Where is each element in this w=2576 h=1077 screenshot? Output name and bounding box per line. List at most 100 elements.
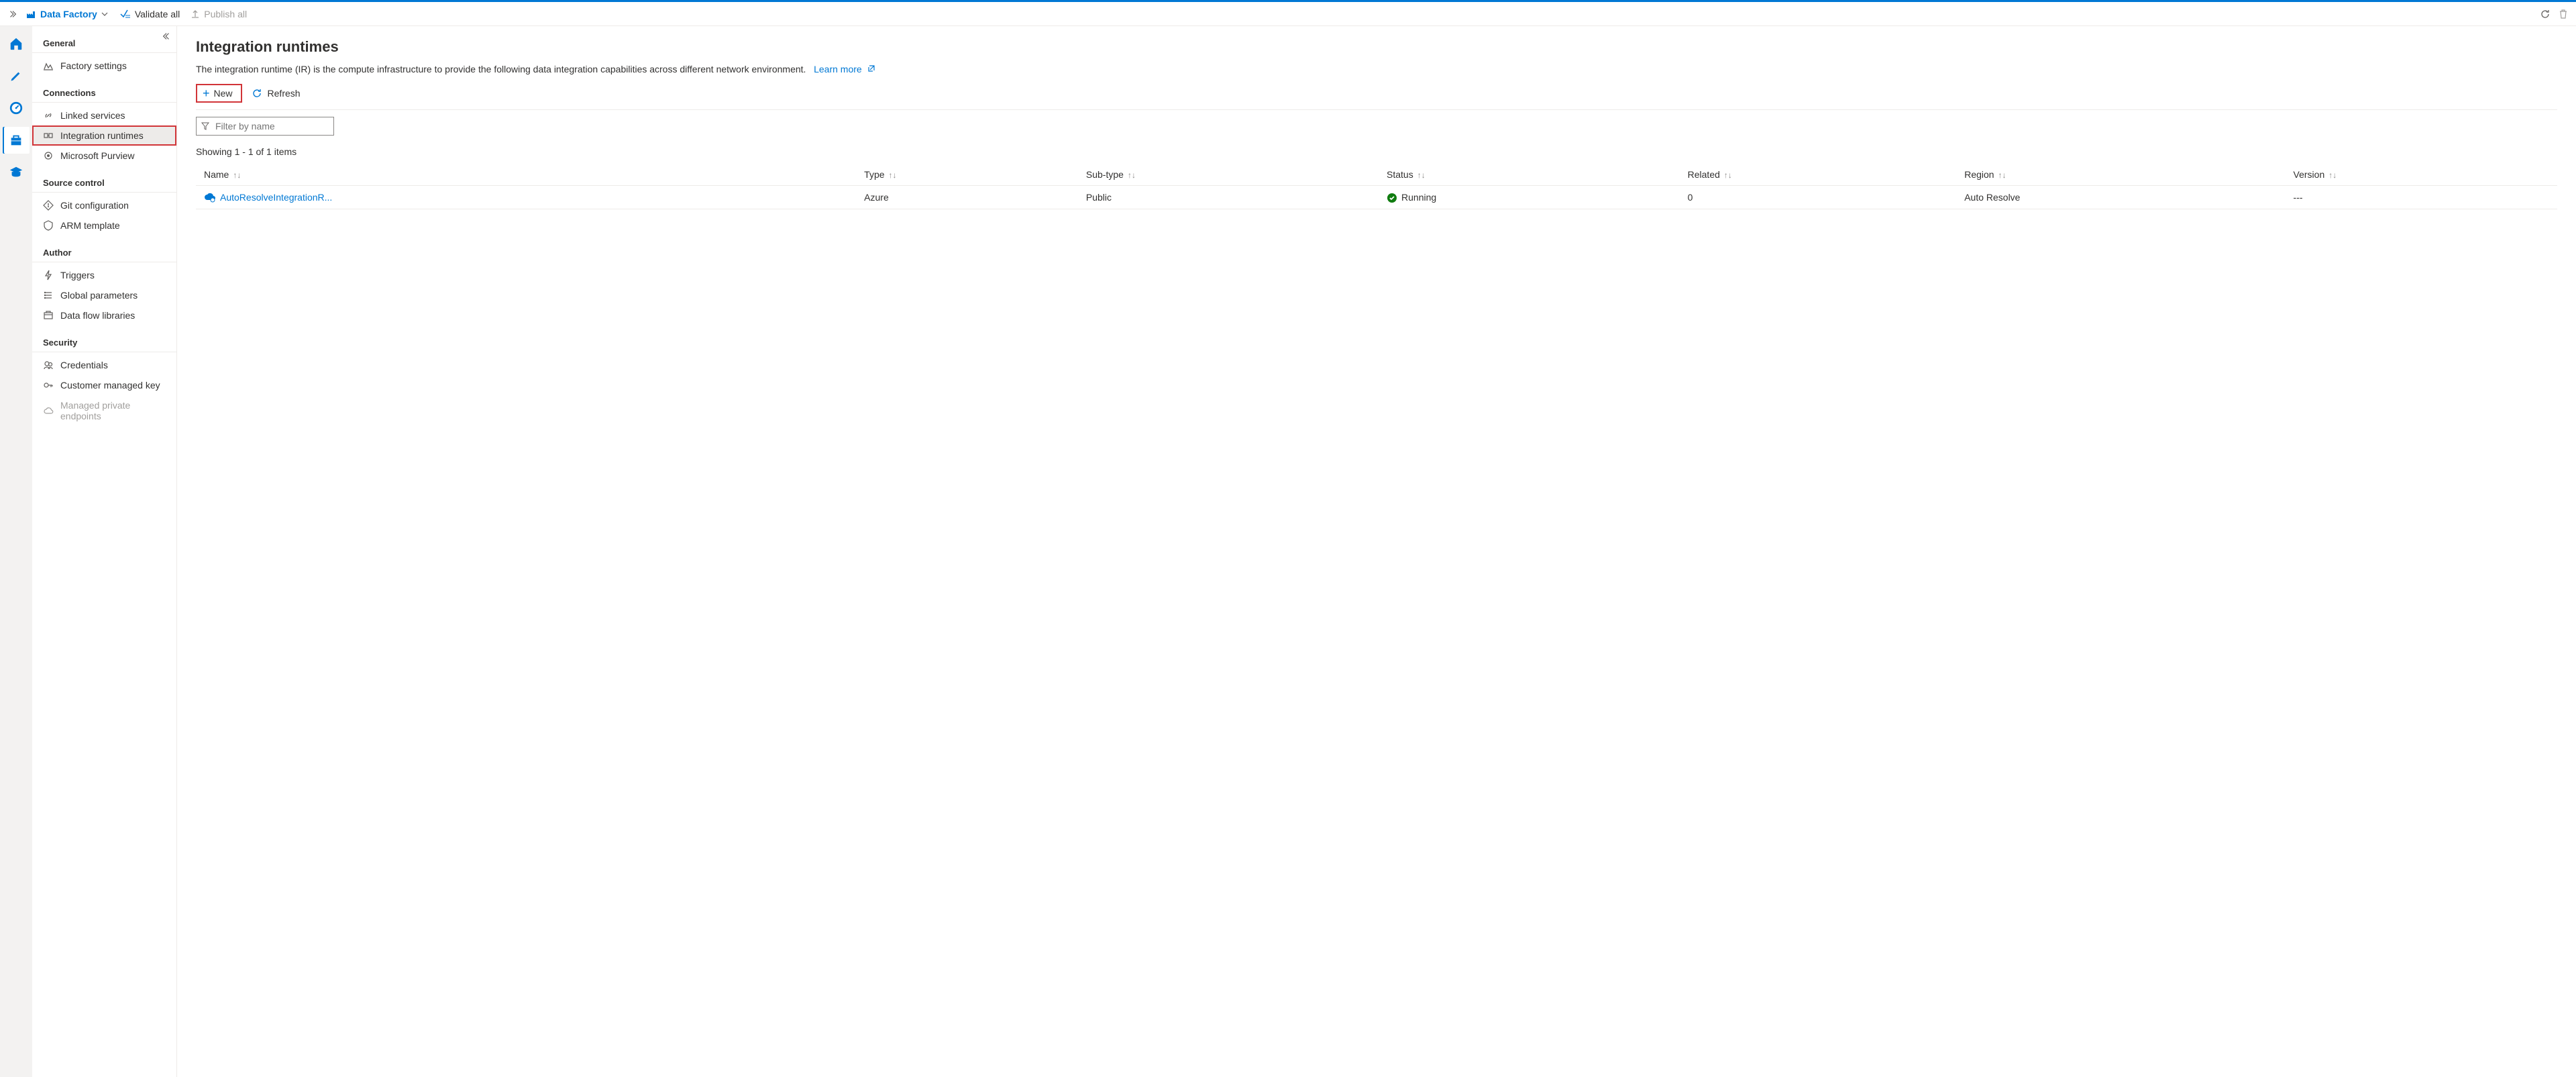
page-description: The integration runtime (IR) is the comp… xyxy=(196,64,2557,74)
integration-runtimes-table: Name↑↓Type↑↓Sub-type↑↓Status↑↓Related↑↓R… xyxy=(196,164,2557,209)
sidebar-item-label: ARM template xyxy=(60,220,120,231)
cell-status: Running xyxy=(1379,186,1680,209)
sidebar-item-triggers[interactable]: Triggers xyxy=(32,265,176,285)
external-link-icon xyxy=(867,64,875,74)
collapse-sidebar-icon[interactable] xyxy=(162,32,171,41)
cell-related: 0 xyxy=(1680,186,1957,209)
topbar-refresh-icon[interactable] xyxy=(2540,9,2551,19)
sidebar-item-label: Customer managed key xyxy=(60,380,160,391)
rail-author[interactable] xyxy=(3,62,30,89)
column-label: Type xyxy=(864,169,884,180)
column-header[interactable]: Type ↑↓ xyxy=(856,164,1078,186)
new-button[interactable]: + New xyxy=(196,84,242,103)
arm-icon xyxy=(43,220,54,231)
libs-icon xyxy=(43,310,54,321)
sidebar-item-label: Linked services xyxy=(60,110,125,121)
sidebar-item-integration-runtimes[interactable]: Integration runtimes xyxy=(32,125,176,146)
new-button-label: New xyxy=(214,88,233,99)
rail-home[interactable] xyxy=(3,30,30,57)
publish-all-button[interactable]: Publish all xyxy=(191,9,247,19)
page-title: Integration runtimes xyxy=(196,38,2557,56)
column-header[interactable]: Related↑↓ xyxy=(1680,164,1957,186)
runtime-icon xyxy=(204,191,216,203)
sidebar-group-header: General xyxy=(32,32,176,53)
sidebar: General Factory settings Connections Linked… xyxy=(32,26,177,1077)
rail-monitor[interactable] xyxy=(3,95,30,121)
column-header[interactable]: Name↑↓ xyxy=(196,164,856,186)
git-icon xyxy=(43,200,54,211)
sidebar-item-label: Microsoft Purview xyxy=(60,150,134,161)
table-row[interactable]: AutoResolveIntegrationR... AzurePublic Run… xyxy=(196,186,2557,209)
sidebar-item-arm-template[interactable]: ARM template xyxy=(32,215,176,236)
filter-icon xyxy=(201,122,209,130)
sort-icon: ↑↓ xyxy=(1998,170,2006,180)
sidebar-item-label: Triggers xyxy=(60,270,95,280)
sidebar-group-header: Connections xyxy=(32,76,176,103)
breadcrumb-data-factory[interactable]: Data Factory xyxy=(25,9,108,19)
sort-icon: ↑↓ xyxy=(1128,170,1136,180)
results-count: Showing 1 - 1 of 1 items xyxy=(196,146,2557,157)
sidebar-item-label: Integration runtimes xyxy=(60,130,144,141)
sidebar-item-label: Data flow libraries xyxy=(60,310,135,321)
sort-icon: ↑↓ xyxy=(2328,170,2337,180)
column-header[interactable]: Region ↑↓ xyxy=(1956,164,2285,186)
trigger-icon xyxy=(43,270,54,280)
sidebar-item-microsoft-purview[interactable]: Microsoft Purview xyxy=(32,146,176,166)
publish-icon xyxy=(191,9,200,19)
refresh-icon xyxy=(252,88,262,99)
rail-learning[interactable] xyxy=(3,159,30,186)
main-content: Integration runtimes The integration run… xyxy=(177,26,2576,1077)
column-header[interactable]: Version↑↓ xyxy=(2286,164,2557,186)
column-label: Status xyxy=(1387,169,1413,180)
column-header[interactable]: Status↑↓ xyxy=(1379,164,1680,186)
cell-subtype: Public xyxy=(1078,186,1379,209)
sort-icon: ↑↓ xyxy=(233,170,241,180)
sidebar-item-cmk[interactable]: Customer managed key xyxy=(32,375,176,395)
filter-by-name-input[interactable] xyxy=(196,117,334,136)
plus-icon: + xyxy=(203,89,210,98)
settings-icon xyxy=(43,60,54,71)
sidebar-group-header: Source control xyxy=(32,166,176,193)
key-icon xyxy=(43,380,54,391)
sidebar-item-linked-services[interactable]: Linked services xyxy=(32,105,176,125)
refresh-button-label: Refresh xyxy=(268,88,301,99)
purview-icon xyxy=(43,150,54,161)
sidebar-item-label: Credentials xyxy=(60,360,108,370)
refresh-button[interactable]: Refresh xyxy=(252,88,301,99)
sidebar-item-private-endpoints: Managed private endpoints xyxy=(32,395,176,426)
sidebar-item-label: Global parameters xyxy=(60,290,138,301)
sort-icon: ↑↓ xyxy=(1724,170,1732,180)
validate-all-button[interactable]: Validate all xyxy=(120,9,180,19)
sidebar-item-data-flow-libs[interactable]: Data flow libraries xyxy=(32,305,176,325)
column-label: Region xyxy=(1964,169,1994,180)
sidebar-item-label: Managed private endpoints xyxy=(60,400,166,421)
sort-icon: ↑↓ xyxy=(889,170,897,180)
cell-region: Auto Resolve xyxy=(1956,186,2285,209)
expand-chevrons-icon[interactable] xyxy=(8,9,17,19)
creds-icon xyxy=(43,360,54,370)
topbar-delete-icon[interactable] xyxy=(2559,9,2568,19)
breadcrumb-label: Data Factory xyxy=(40,9,97,19)
cell-type: Azure xyxy=(856,186,1078,209)
validate-all-label: Validate all xyxy=(135,9,180,19)
sidebar-item-factory-settings[interactable]: Factory settings xyxy=(32,56,176,76)
sidebar-item-label: Factory settings xyxy=(60,60,127,71)
graduation-hat-icon xyxy=(9,165,23,180)
runtime-name: AutoResolveIntegrationR... xyxy=(220,192,332,203)
factory-icon xyxy=(25,9,36,19)
status-ok-icon xyxy=(1387,193,1397,203)
cell-name[interactable]: AutoResolveIntegrationR... xyxy=(196,186,856,209)
status-text: Running xyxy=(1401,192,1436,203)
sidebar-item-credentials[interactable]: Credentials xyxy=(32,355,176,375)
cell-version: --- xyxy=(2286,186,2557,209)
learn-more-link[interactable]: Learn more xyxy=(814,64,875,74)
sidebar-item-git-config[interactable]: Git configuration xyxy=(32,195,176,215)
link-icon xyxy=(43,110,54,121)
column-header[interactable]: Sub-type ↑↓ xyxy=(1078,164,1379,186)
sidebar-group-header: Author xyxy=(32,236,176,262)
sidebar-item-global-params[interactable]: Global parameters xyxy=(32,285,176,305)
page-description-text: The integration runtime (IR) is the comp… xyxy=(196,64,806,74)
rail-manage[interactable] xyxy=(3,127,30,154)
column-label: Sub-type xyxy=(1086,169,1124,180)
pencil-icon xyxy=(9,69,23,83)
